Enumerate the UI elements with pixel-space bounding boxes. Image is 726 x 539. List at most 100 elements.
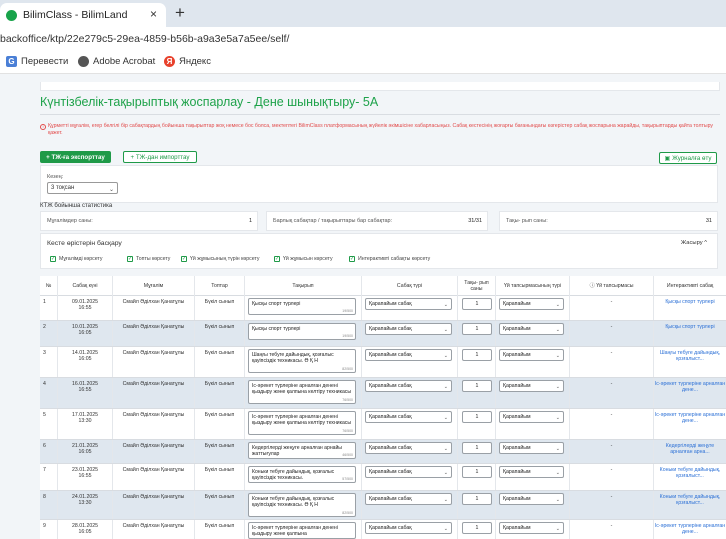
lesson-type-select[interactable]: Қарапайым сабақ ⌄ xyxy=(365,380,452,392)
topic-textarea[interactable]: Қысқы спорт түрлері 19/500 xyxy=(248,298,356,315)
topic-textarea[interactable]: Іс-әрекет түрлеріне арналған денені қызд… xyxy=(248,380,356,404)
interactive-lesson-link[interactable]: Кедергілерді жеңуге арналған арна... xyxy=(654,440,726,463)
hw-type-select[interactable]: Қарапайым ⌄ xyxy=(499,522,564,534)
topic-textarea[interactable]: Қысқы спорт түрлері 19/500 xyxy=(248,323,356,340)
topic-count-input[interactable]: 1 xyxy=(462,466,492,478)
cell-teacher: Смайл Әділхан Қанатұлы xyxy=(113,491,195,519)
bookmark-acrobat[interactable]: Adobe Acrobat xyxy=(78,56,155,67)
topic-textarea[interactable]: Іс-әрекет түрлеріне арналған денені қызд… xyxy=(248,522,356,539)
checkbox-label: Мұғалімді көрсету xyxy=(59,256,103,262)
checkbox-group[interactable]: ✓ Топты көрсету xyxy=(127,256,170,262)
tab-title: BilimClass - BilimLand xyxy=(23,9,128,21)
cell-no: 1 xyxy=(40,296,58,320)
topic-textarea[interactable]: Кедергілерді жеңуге арналған арнайы жатт… xyxy=(248,442,356,459)
checkbox-interactive[interactable]: ✓ Интерактивті сабақты көрсету xyxy=(349,256,430,262)
export-button[interactable]: + ТЖ-ға экспорттау xyxy=(40,151,111,163)
checkbox-hw[interactable]: ✓ Үй жұмысын көрсету xyxy=(274,256,333,262)
browser-tab-strip: BilimClass - BilimLand × + xyxy=(0,0,726,27)
header-groups: Топтар xyxy=(195,276,245,296)
cell-hw-type: Қарапайым ⌄ xyxy=(496,520,570,539)
interactive-lesson-link[interactable]: Қысқы спорт түрлері xyxy=(654,296,726,320)
table-row: 6 21.01.2025 16:05 Смайл Әділхан Қанатұлы Бү… xyxy=(40,440,726,464)
address-bar[interactable]: backoffice/ktp/22e279c5-29ea-4859-b56b-a… xyxy=(0,27,726,52)
topic-textarea[interactable]: Іс-әрекет түрлеріне арналған денені қызд… xyxy=(248,411,356,435)
cell-date: 28.01.2025 16:05 xyxy=(58,520,113,539)
checkbox-teacher[interactable]: ✓ Мұғалімді көрсету xyxy=(50,256,102,262)
topic-textarea[interactable]: Шаңғы тебуге дайындық, қозғалыс қауіпсіз… xyxy=(248,349,356,373)
hw-type-select[interactable]: Қарапайым ⌄ xyxy=(499,442,564,454)
cell-lesson-type: Қарапайым сабақ ⌄ xyxy=(362,491,458,519)
yandex-icon: Я xyxy=(164,56,175,67)
lesson-type-select[interactable]: Қарапайым сабақ ⌄ xyxy=(365,411,452,423)
cell-teacher: Смайл Әділхан Қанатұлы xyxy=(113,440,195,463)
cell-no: 7 xyxy=(40,464,58,490)
lesson-type-select[interactable]: Қарапайым сабақ ⌄ xyxy=(365,522,452,534)
export-label: ТЖ-ға экспорттау xyxy=(51,153,105,161)
topic-count-input[interactable]: 1 xyxy=(462,323,492,335)
interactive-lesson-link[interactable]: Қысқы спорт түрлері xyxy=(654,321,726,346)
hw-type-select[interactable]: Қарапайым ⌄ xyxy=(499,380,564,392)
hw-type-select[interactable]: Қарапайым ⌄ xyxy=(499,323,564,335)
topic-count-input[interactable]: 1 xyxy=(462,442,492,454)
interactive-lesson-link[interactable]: Шаңғы тебуге дайындық, қозғалыст... xyxy=(654,347,726,377)
url-text[interactable]: backoffice/ktp/22e279c5-29ea-4859-b56b-a… xyxy=(0,33,289,45)
hw-type-select[interactable]: Қарапайым ⌄ xyxy=(499,349,564,361)
lesson-type-select[interactable]: Қарапайым сабақ ⌄ xyxy=(365,493,452,505)
topic-count-input[interactable]: 1 xyxy=(462,522,492,534)
bookmark-yandex[interactable]: Я Яндекс xyxy=(164,56,211,67)
topic-count-input[interactable]: 1 xyxy=(462,298,492,310)
cell-topic: Шаңғы тебуге дайындық, қозғалыс қауіпсіз… xyxy=(245,347,362,377)
checkbox-hw-type[interactable]: ✓ Үй жұмысының түрін көрсету xyxy=(181,256,260,262)
chevron-down-icon: ⌄ xyxy=(443,384,448,390)
chevron-down-icon: ⌄ xyxy=(443,497,448,503)
hw-type-select[interactable]: Қарапайым ⌄ xyxy=(499,493,564,505)
collapse-button[interactable]: Жасыру ^ xyxy=(681,240,707,246)
browser-tab[interactable]: BilimClass - BilimLand × xyxy=(0,3,166,27)
topic-count-input[interactable]: 1 xyxy=(462,380,492,392)
header-date: Сабақ күні xyxy=(58,276,113,296)
bookmark-translate[interactable]: G Перевести xyxy=(6,56,68,67)
hw-type-select[interactable]: Қарапайым ⌄ xyxy=(499,411,564,423)
header-no: № xyxy=(40,276,58,296)
header-interactive: Интерактивті сабақ xyxy=(666,283,714,289)
close-icon[interactable]: × xyxy=(150,7,157,21)
journal-button[interactable]: ▣ Журналға өту xyxy=(659,152,717,164)
lesson-type-select[interactable]: Қарапайым сабақ ⌄ xyxy=(365,466,452,478)
lesson-type-select[interactable]: Қарапайым сабақ ⌄ xyxy=(365,298,452,310)
import-button[interactable]: + ТЖ-дан импорттау xyxy=(123,151,197,163)
period-select[interactable]: 3 тоқсан ⌄ xyxy=(47,182,118,194)
topic-textarea[interactable]: Коньки тебуге дайындық, қозғалыс қауіпсі… xyxy=(248,466,356,483)
lesson-type-select[interactable]: Қарапайым сабақ ⌄ xyxy=(365,442,452,454)
header-topic: Тақырып xyxy=(245,276,362,296)
collapse-label: Жасыру xyxy=(680,240,703,246)
stat-label: Барлық сабақтар / тақырыптары бар сабақт… xyxy=(273,218,393,224)
interactive-lesson-link[interactable]: Іс-әрекет түрлеріне арналған дене... xyxy=(654,378,726,408)
new-tab-icon[interactable]: + xyxy=(175,3,185,23)
cell-group: Бүкіл сынып xyxy=(195,321,245,346)
cell-date: 14.01.2025 16:05 xyxy=(58,347,113,377)
hw-type-select[interactable]: Қарапайым ⌄ xyxy=(499,298,564,310)
topic-count-input[interactable]: 1 xyxy=(462,411,492,423)
select-value: Қарапайым сабақ xyxy=(369,352,412,358)
lesson-type-select[interactable]: Қарапайым сабақ ⌄ xyxy=(365,323,452,335)
interactive-lesson-link[interactable]: Коньки тебуге дайындық, қозғалыст... xyxy=(654,491,726,519)
table-header: № Сабақ күні Мұғалім Топтар Тақырып Саба… xyxy=(40,276,726,296)
interactive-lesson-link[interactable]: Іс-әрекет түрлеріне арналған дене... xyxy=(654,409,726,439)
cell-count: 1 xyxy=(458,347,496,377)
topic-textarea[interactable]: Коньки тебуге дайындық, қозғалыс қауіпсі… xyxy=(248,493,356,517)
lesson-time: 13:30 xyxy=(78,500,92,506)
topic-count-input[interactable]: 1 xyxy=(462,493,492,505)
hw-type-select[interactable]: Қарапайым ⌄ xyxy=(499,466,564,478)
top-panel xyxy=(40,82,720,91)
cell-hw: - xyxy=(570,378,654,408)
interactive-lesson-link[interactable]: Іс-әрекет түрлеріне арналған дене... xyxy=(654,520,726,539)
select-value: Қарапайым сабақ xyxy=(369,469,412,475)
topic-count-input[interactable]: 1 xyxy=(462,349,492,361)
cell-group: Бүкіл сынып xyxy=(195,409,245,439)
select-value: Қарапайым сабақ xyxy=(369,326,412,332)
interactive-lesson-link[interactable]: Коньки тебуге дайындық, қозғалыст... xyxy=(654,464,726,490)
lesson-type-select[interactable]: Қарапайым сабақ ⌄ xyxy=(365,349,452,361)
cell-hw-type: Қарапайым ⌄ xyxy=(496,409,570,439)
cell-lesson-type: Қарапайым сабақ ⌄ xyxy=(362,378,458,408)
header-teacher: Мұғалім xyxy=(113,276,195,296)
